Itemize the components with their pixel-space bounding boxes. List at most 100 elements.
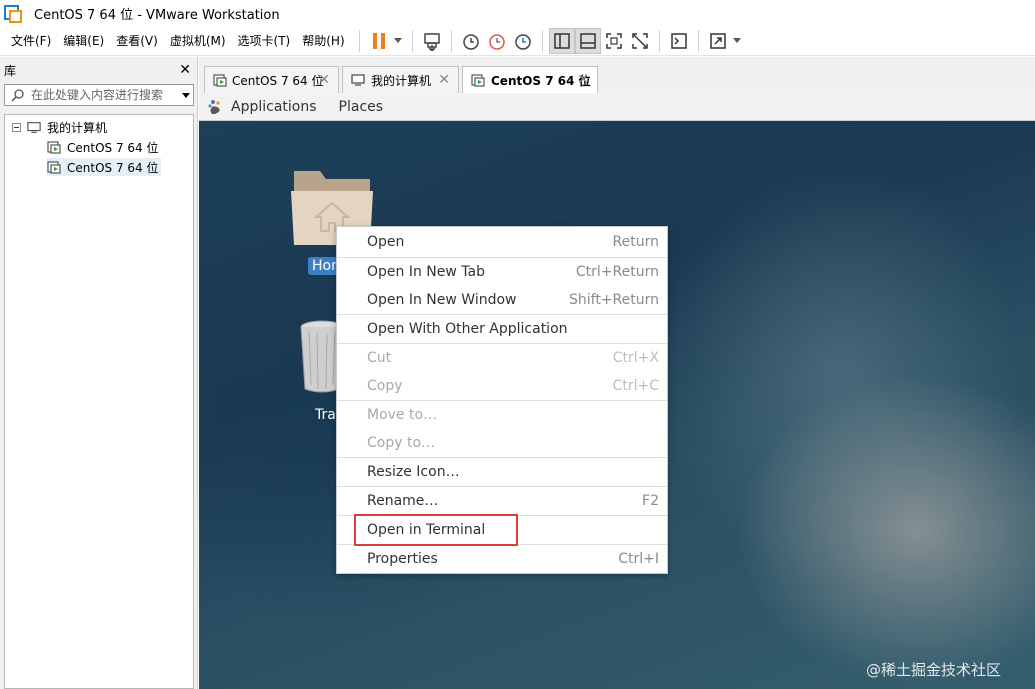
library-search-input[interactable] [31,88,171,102]
thumbnail-layout-icon [579,32,596,49]
tab-label: CentOS 7 64 位 [232,73,324,88]
tab-my-computer[interactable]: 我的计算机 ✕ [342,66,459,93]
menu-item-shortcut: F2 [642,493,659,509]
close-tab-icon[interactable]: ✕ [318,72,330,88]
menu-item-properties[interactable]: Properties Ctrl+I [337,545,667,573]
menu-tabs[interactable]: 选项卡(T) [238,30,291,51]
menu-item-label: Open In New Tab [367,264,485,280]
menu-item-rename[interactable]: Rename… F2 [337,487,667,515]
search-icon [11,89,24,102]
menu-item-label: Properties [367,551,438,567]
computer-icon [351,74,365,86]
menu-item-open-with-other[interactable]: Open With Other Application [337,315,667,343]
pause-button[interactable] [366,28,392,54]
gnome-foot-icon [208,99,220,114]
menu-help[interactable]: 帮助(H) [302,30,344,51]
console-icon [670,32,687,49]
menu-item-open[interactable]: Open Return [337,228,667,256]
stretch-guest-button[interactable] [705,28,731,54]
menu-item-shortcut: Ctrl+Return [575,264,659,280]
stretch-dropdown-caret-icon[interactable] [732,38,741,43]
menu-item-open-new-window[interactable]: Open In New Window Shift+Return [337,286,667,314]
send-ctrl-alt-del-button[interactable] [419,28,445,54]
console-view-button[interactable] [666,28,692,54]
stretch-icon [709,32,726,49]
menu-item-shortcut: Return [612,234,659,250]
menu-toolbar: 文件(F) 编辑(E) 查看(V) 虚拟机(M) 选项卡(T) 帮助(H) [0,26,1035,56]
applications-menu[interactable]: Applications [231,99,317,115]
tree-item-my-computer[interactable]: 我的计算机 [12,118,107,136]
close-tab-icon[interactable]: ✕ [577,72,589,88]
menu-item-label: Copy to… [367,435,436,451]
pause-dropdown-caret-icon[interactable] [393,38,402,43]
menu-item-shortcut: Ctrl+C [612,378,659,394]
collapse-icon[interactable] [12,122,21,132]
menu-item-label: Open In New Window [367,292,517,308]
menu-item-copy: Copy Ctrl+C [337,372,667,400]
menu-item-label: Open With Other Application [367,321,568,337]
vm-icon [47,140,61,154]
vm-icon [213,73,227,87]
menu-item-label: Rename… [367,493,439,509]
tree-item-label: CentOS 7 64 位 [67,160,159,175]
search-dropdown-caret-icon[interactable] [182,92,190,98]
sidebar-layout-icon [553,32,570,49]
toolbar-separator [411,29,413,52]
tab-centos-active[interactable]: CentOS 7 64 位 ✕ [462,66,598,94]
menu-item-copy-to: Copy to… [337,429,667,457]
send-keys-icon [423,32,440,51]
title-bar: CentOS 7 64 位 - VMware Workstation [0,0,1035,26]
menu-item-label: Open [367,234,405,250]
tab-label: 我的计算机 [371,73,432,88]
menu-vm[interactable]: 虚拟机(M) [170,30,226,51]
tree-item-label: CentOS 7 64 位 [67,140,159,155]
menu-item-resize-icon[interactable]: Resize Icon… [337,458,667,486]
close-library-icon[interactable]: ✕ [179,62,191,78]
revert-snapshot-icon [488,33,505,50]
highlight-annotation-box [354,514,518,546]
snapshot-button[interactable] [458,28,484,54]
library-header: 库 ✕ [0,57,197,83]
tab-label: CentOS 7 64 位 [491,74,591,88]
snapshot-clock-icon [462,33,479,50]
vm-icon [47,160,61,174]
menu-item-cut: Cut Ctrl+X [337,344,667,372]
tree-item-vm[interactable]: CentOS 7 64 位 [47,138,158,156]
menu-item-open-new-tab[interactable]: Open In New Tab Ctrl+Return [337,258,667,286]
toolbar-separator [450,29,452,52]
close-tab-icon[interactable]: ✕ [438,72,450,88]
full-screen-button[interactable] [601,28,627,54]
trash-label[interactable]: Tra [315,407,336,423]
show-thumbnail-bar-button[interactable] [574,27,601,54]
revert-snapshot-button[interactable] [484,28,510,54]
computer-icon [27,121,41,133]
library-search-box[interactable] [4,84,194,106]
menu-view[interactable]: 查看(V) [116,30,158,51]
tree-item-vm-selected[interactable]: CentOS 7 64 位 [47,158,162,176]
full-screen-icon [605,32,622,49]
library-title: 库 [4,63,17,78]
places-menu[interactable]: Places [339,99,384,115]
gnome-top-bar: Applications Places [199,93,1035,121]
toolbar-separator [658,29,660,52]
menu-edit[interactable]: 编辑(E) [63,30,104,51]
toolbar-separator [358,29,360,52]
toolbar-separator [697,29,699,52]
watermark: @稀土掘金技术社区 [866,661,1002,679]
toolbar-separator [541,29,543,52]
library-pane: 库 ✕ 我的计算机 CentOS 7 64 位 CentOS 7 64 位 [0,57,198,689]
vm-icon [471,74,485,87]
unity-mode-button[interactable] [627,28,653,54]
pause-icon [372,32,385,49]
tab-centos-1[interactable]: CentOS 7 64 位 ✕ [204,66,339,93]
show-library-button[interactable] [548,27,575,54]
vm-console[interactable]: Applications Places Hom Tra Open Return … [199,93,1035,689]
menu-item-label: Move to… [367,407,438,423]
snapshot-manager-button[interactable] [510,28,536,54]
menu-item-label: Resize Icon… [367,464,460,480]
snapshot-manager-icon [514,33,531,50]
desktop[interactable]: Hom Tra Open Return Open In New Tab Ctrl… [199,121,1035,689]
menu-file[interactable]: 文件(F) [11,30,51,51]
menu-item-label: Copy [367,378,403,394]
unity-mode-icon [631,32,648,49]
